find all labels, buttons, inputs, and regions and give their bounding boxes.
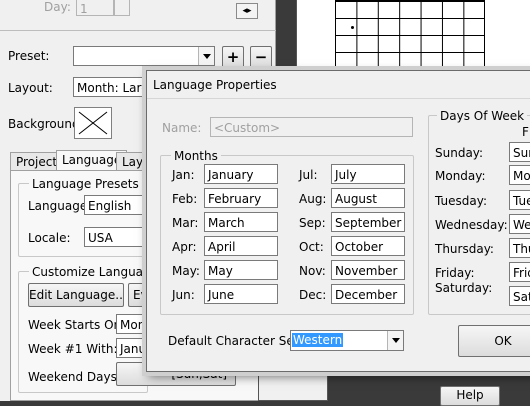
dialog-titlebar[interactable]: Language Properties — [147, 71, 530, 99]
weekend-days-label: Weekend Days: — [28, 370, 121, 384]
day-label-sunday: Sunday: — [435, 146, 484, 160]
week-starts-dropdown[interactable]: Mond — [116, 314, 148, 334]
charset-dropdown[interactable]: Western — [290, 330, 404, 351]
month-input-nov[interactable]: November — [331, 260, 405, 280]
day-input-friday[interactable]: Frid — [509, 262, 530, 282]
day-label-monday: Monday: — [435, 169, 486, 183]
month-input-oct[interactable]: October — [331, 236, 405, 256]
left-right-arrows-icon: ◂▸ — [242, 6, 252, 16]
month-input-aug[interactable]: August — [331, 188, 405, 208]
day-label: Day: — [44, 0, 71, 14]
chevron-down-icon — [387, 331, 403, 350]
preview-box — [258, 372, 328, 401]
days-column-header: F — [522, 125, 529, 139]
month-input-dec[interactable]: December — [331, 284, 405, 304]
month-label-nov: Nov: — [299, 264, 326, 278]
locale-label: Locale: — [28, 231, 71, 245]
month-input-apr[interactable]: April — [204, 236, 278, 256]
month-input-feb[interactable]: February — [204, 188, 278, 208]
month-label-sep: Sep: — [299, 216, 326, 230]
month-label-apr: Apr: — [172, 240, 197, 254]
preset-dropdown[interactable] — [73, 46, 215, 66]
month-input-may[interactable]: May — [204, 260, 278, 280]
day-label-wednesday: Wednesday: — [435, 218, 508, 232]
week1-dropdown[interactable]: Janu — [116, 338, 148, 358]
month-label-jul: Jul: — [299, 168, 318, 182]
language-dropdown[interactable]: English — [84, 195, 148, 215]
charset-selected-value: Western — [292, 333, 344, 347]
name-input[interactable]: <Custom> — [210, 117, 413, 137]
day-input-tuesday[interactable]: Tue — [509, 190, 530, 210]
calendar-grid — [335, 0, 485, 68]
day-label-thursday: Thursday: — [435, 242, 494, 256]
day-label-saturday: Saturday: — [435, 281, 493, 295]
month-input-jul[interactable]: July — [331, 164, 405, 184]
day-input-wednesday[interactable]: Wed — [509, 214, 530, 234]
name-label: Name: — [162, 121, 202, 135]
day-input-thursday[interactable]: Thu — [509, 238, 530, 258]
layout-dropdown[interactable]: Month: Large — [73, 77, 153, 97]
chevron-down-icon — [198, 47, 214, 65]
days-of-week-title: Days Of Week — [437, 109, 528, 123]
month-label-aug: Aug: — [299, 192, 327, 206]
add-preset-button[interactable]: + — [222, 46, 244, 68]
day-label-friday: Friday: — [435, 266, 475, 280]
months-title: Months — [171, 149, 221, 163]
charset-label: Default Character Set: — [168, 334, 303, 348]
no-background-icon — [78, 111, 108, 135]
layout-label: Layout: — [8, 81, 53, 95]
separator — [0, 30, 276, 31]
month-input-sep[interactable]: September — [331, 212, 405, 232]
preset-label: Preset: — [8, 49, 50, 63]
calendar-preview — [296, 0, 530, 70]
month-input-mar[interactable]: March — [204, 212, 278, 232]
month-label-mar: Mar: — [172, 216, 199, 230]
dialog-title: Language Properties — [153, 78, 277, 92]
language-label: Language: — [28, 199, 92, 213]
month-label-dec: Dec: — [299, 288, 327, 302]
background-label: Background: — [8, 117, 84, 131]
month-label-jun: Jun: — [172, 288, 195, 302]
help-button[interactable]: Help — [440, 386, 500, 406]
week1-label: Week #1 With: — [28, 342, 118, 356]
remove-preset-button[interactable]: − — [250, 46, 272, 68]
month-input-jan[interactable]: January — [204, 164, 278, 184]
day-label-tuesday: Tuesday: — [435, 194, 487, 208]
calendar-dot — [351, 26, 354, 29]
month-label-feb: Feb: — [172, 192, 198, 206]
language-presets-title: Language Presets — [29, 177, 142, 191]
month-label-may: May: — [172, 264, 200, 278]
navigate-arrows-button[interactable]: ◂▸ — [236, 3, 258, 19]
ok-button[interactable]: OK — [458, 325, 530, 357]
day-input-sunday[interactable]: Sun — [509, 142, 530, 162]
locale-dropdown[interactable]: USA — [84, 227, 148, 247]
background-swatch-button[interactable] — [74, 107, 112, 139]
events-button[interactable]: Ev — [128, 283, 148, 307]
month-input-jun[interactable]: June — [204, 284, 278, 304]
edit-language-button[interactable]: Edit Language... — [28, 283, 124, 307]
day-input[interactable]: 1 — [76, 0, 114, 16]
tab-layout[interactable]: Layo — [116, 152, 146, 171]
day-input-monday[interactable]: Mo — [509, 165, 530, 185]
day-input-saturday[interactable]: Satu — [509, 286, 530, 306]
month-label-jan: Jan: — [172, 168, 195, 182]
month-label-oct: Oct: — [299, 240, 324, 254]
week-starts-label: Week Starts On: — [28, 318, 126, 332]
language-properties-dialog: Language Properties Name: <Custom> Month… — [146, 70, 530, 372]
day-spinner[interactable] — [114, 0, 130, 16]
